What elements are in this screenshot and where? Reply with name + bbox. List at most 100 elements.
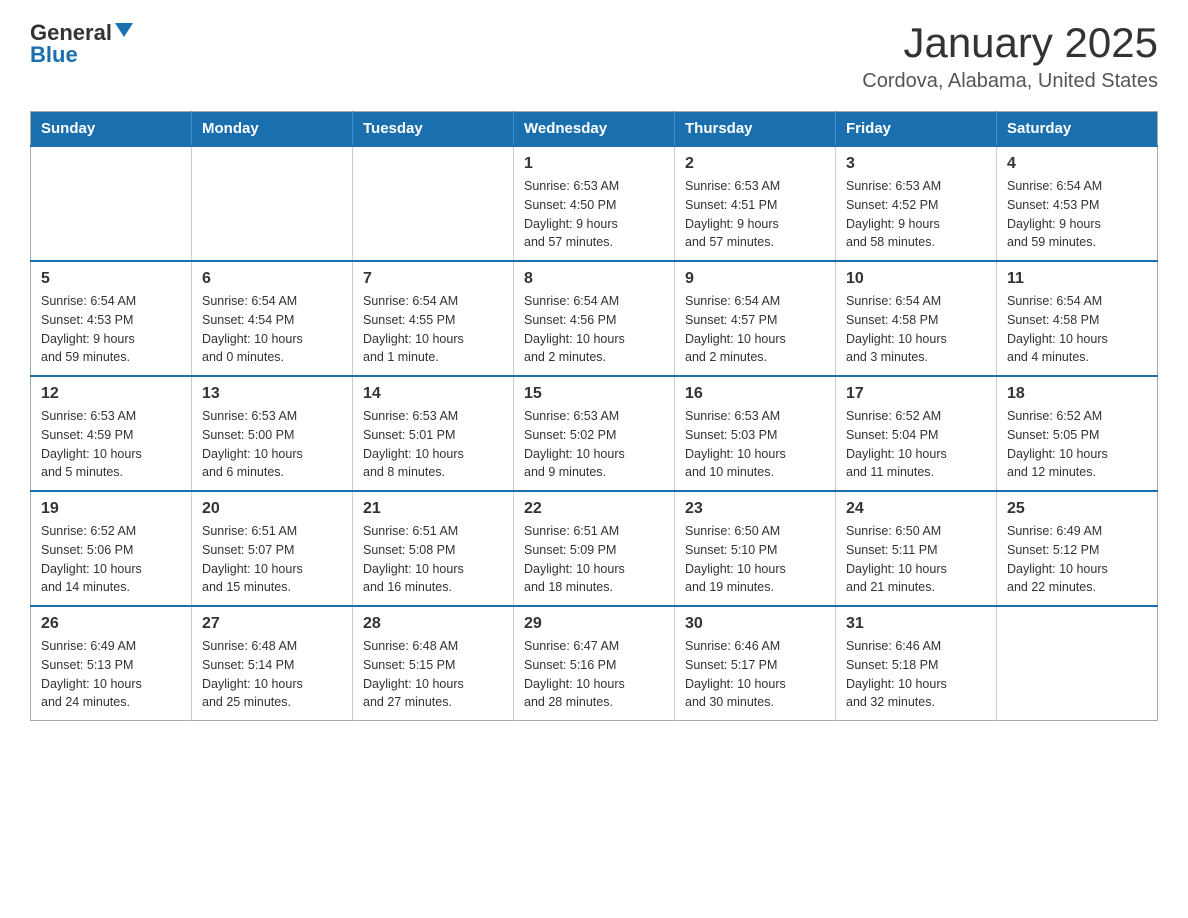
day-number: 17 [846,385,986,403]
day-number: 26 [41,615,181,633]
day-info: Sunrise: 6:51 AMSunset: 5:08 PMDaylight:… [363,522,503,597]
calendar-cell: 22 Sunrise: 6:51 AMSunset: 5:09 PMDayligh… [514,491,675,606]
weekday-header-saturday: Saturday [997,112,1158,147]
day-number: 11 [1007,270,1147,288]
day-info: Sunrise: 6:53 AMSunset: 4:59 PMDaylight:… [41,407,181,482]
weekday-header-wednesday: Wednesday [514,112,675,147]
calendar-table: SundayMondayTuesdayWednesdayThursdayFrid… [30,111,1158,721]
calendar-week-row: 5 Sunrise: 6:54 AMSunset: 4:53 PMDaylight… [31,261,1158,376]
day-number: 3 [846,155,986,173]
day-info: Sunrise: 6:54 AMSunset: 4:53 PMDaylight:… [1007,177,1147,252]
calendar-cell: 23 Sunrise: 6:50 AMSunset: 5:10 PMDayligh… [675,491,836,606]
calendar-cell: 3 Sunrise: 6:53 AMSunset: 4:52 PMDaylight… [836,146,997,261]
day-number: 2 [685,155,825,173]
day-number: 23 [685,500,825,518]
day-info: Sunrise: 6:50 AMSunset: 5:10 PMDaylight:… [685,522,825,597]
calendar-cell: 2 Sunrise: 6:53 AMSunset: 4:51 PMDaylight… [675,146,836,261]
day-number: 5 [41,270,181,288]
day-info: Sunrise: 6:47 AMSunset: 5:16 PMDaylight:… [524,637,664,712]
day-number: 6 [202,270,342,288]
day-info: Sunrise: 6:53 AMSunset: 4:50 PMDaylight:… [524,177,664,252]
day-number: 20 [202,500,342,518]
calendar-cell: 1 Sunrise: 6:53 AMSunset: 4:50 PMDaylight… [514,146,675,261]
page-title: January 2025 [862,20,1158,66]
day-number: 16 [685,385,825,403]
calendar-week-row: 26Sunrise: 6:49 AMSunset: 5:13 PMDayligh… [31,606,1158,721]
day-number: 27 [202,615,342,633]
weekday-header-friday: Friday [836,112,997,147]
calendar-cell: 9 Sunrise: 6:54 AMSunset: 4:57 PMDaylight… [675,261,836,376]
calendar-cell: 5 Sunrise: 6:54 AMSunset: 4:53 PMDaylight… [31,261,192,376]
day-number: 14 [363,385,503,403]
day-info: Sunrise: 6:50 AMSunset: 5:11 PMDaylight:… [846,522,986,597]
day-number: 9 [685,270,825,288]
day-number: 1 [524,155,664,173]
day-info: Sunrise: 6:51 AMSunset: 5:09 PMDaylight:… [524,522,664,597]
day-number: 13 [202,385,342,403]
calendar-cell: 14 Sunrise: 6:53 AMSunset: 5:01 PMDayligh… [353,376,514,491]
calendar-cell: 26Sunrise: 6:49 AMSunset: 5:13 PMDayligh… [31,606,192,721]
day-number: 31 [846,615,986,633]
day-number: 21 [363,500,503,518]
day-info: Sunrise: 6:54 AMSunset: 4:56 PMDaylight:… [524,292,664,367]
calendar-cell: 12 Sunrise: 6:53 AMSunset: 4:59 PMDayligh… [31,376,192,491]
calendar-week-row: 12 Sunrise: 6:53 AMSunset: 4:59 PMDayligh… [31,376,1158,491]
calendar-cell: 25 Sunrise: 6:49 AMSunset: 5:12 PMDayligh… [997,491,1158,606]
day-number: 30 [685,615,825,633]
day-info: Sunrise: 6:54 AMSunset: 4:58 PMDaylight:… [846,292,986,367]
day-info: Sunrise: 6:53 AMSunset: 5:00 PMDaylight:… [202,407,342,482]
page-header: General Blue January 2025 Cordova, Alaba… [30,20,1158,93]
calendar-cell: 6 Sunrise: 6:54 AMSunset: 4:54 PMDaylight… [192,261,353,376]
day-info: Sunrise: 6:52 AMSunset: 5:04 PMDaylight:… [846,407,986,482]
day-number: 25 [1007,500,1147,518]
calendar-cell [997,606,1158,721]
day-info: Sunrise: 6:54 AMSunset: 4:54 PMDaylight:… [202,292,342,367]
calendar-cell: 10 Sunrise: 6:54 AMSunset: 4:58 PMDayligh… [836,261,997,376]
day-info: Sunrise: 6:53 AMSunset: 4:52 PMDaylight:… [846,177,986,252]
calendar-cell: 21 Sunrise: 6:51 AMSunset: 5:08 PMDayligh… [353,491,514,606]
calendar-cell: 27 Sunrise: 6:48 AMSunset: 5:14 PMDayligh… [192,606,353,721]
day-info: Sunrise: 6:52 AMSunset: 5:05 PMDaylight:… [1007,407,1147,482]
day-info: Sunrise: 6:53 AMSunset: 5:01 PMDaylight:… [363,407,503,482]
calendar-cell: 24 Sunrise: 6:50 AMSunset: 5:11 PMDayligh… [836,491,997,606]
day-number: 12 [41,385,181,403]
day-info: Sunrise: 6:54 AMSunset: 4:57 PMDaylight:… [685,292,825,367]
calendar-cell: 16 Sunrise: 6:53 AMSunset: 5:03 PMDayligh… [675,376,836,491]
day-number: 7 [363,270,503,288]
day-info: Sunrise: 6:54 AMSunset: 4:55 PMDaylight:… [363,292,503,367]
calendar-week-row: 1 Sunrise: 6:53 AMSunset: 4:50 PMDaylight… [31,146,1158,261]
day-number: 22 [524,500,664,518]
day-number: 8 [524,270,664,288]
calendar-cell: 15 Sunrise: 6:53 AMSunset: 5:02 PMDayligh… [514,376,675,491]
calendar-cell: 4 Sunrise: 6:54 AMSunset: 4:53 PMDaylight… [997,146,1158,261]
day-info: Sunrise: 6:53 AMSunset: 5:02 PMDaylight:… [524,407,664,482]
title-block: January 2025 Cordova, Alabama, United St… [862,20,1158,93]
weekday-header-thursday: Thursday [675,112,836,147]
day-info: Sunrise: 6:54 AMSunset: 4:53 PMDaylight:… [41,292,181,367]
calendar-cell: 29 Sunrise: 6:47 AMSunset: 5:16 PMDayligh… [514,606,675,721]
calendar-cell: 8 Sunrise: 6:54 AMSunset: 4:56 PMDaylight… [514,261,675,376]
day-info: Sunrise: 6:53 AMSunset: 4:51 PMDaylight:… [685,177,825,252]
day-info: Sunrise: 6:53 AMSunset: 5:03 PMDaylight:… [685,407,825,482]
day-number: 4 [1007,155,1147,173]
day-info: Sunrise: 6:52 AMSunset: 5:06 PMDaylight:… [41,522,181,597]
logo-blue: Blue [30,42,78,68]
day-number: 10 [846,270,986,288]
day-number: 15 [524,385,664,403]
calendar-cell: 7 Sunrise: 6:54 AMSunset: 4:55 PMDaylight… [353,261,514,376]
day-info: Sunrise: 6:46 AMSunset: 5:17 PMDaylight:… [685,637,825,712]
page-subtitle: Cordova, Alabama, United States [862,70,1158,93]
calendar-cell: 28Sunrise: 6:48 AMSunset: 5:15 PMDayligh… [353,606,514,721]
weekday-header-tuesday: Tuesday [353,112,514,147]
calendar-cell [353,146,514,261]
day-info: Sunrise: 6:49 AMSunset: 5:12 PMDaylight:… [1007,522,1147,597]
calendar-cell: 19 Sunrise: 6:52 AMSunset: 5:06 PMDayligh… [31,491,192,606]
logo-arrow-icon [115,23,133,42]
day-number: 29 [524,615,664,633]
logo[interactable]: General Blue [30,20,133,68]
day-number: 19 [41,500,181,518]
calendar-cell [192,146,353,261]
day-number: 24 [846,500,986,518]
calendar-cell: 31Sunrise: 6:46 AMSunset: 5:18 PMDayligh… [836,606,997,721]
day-info: Sunrise: 6:48 AMSunset: 5:14 PMDaylight:… [202,637,342,712]
